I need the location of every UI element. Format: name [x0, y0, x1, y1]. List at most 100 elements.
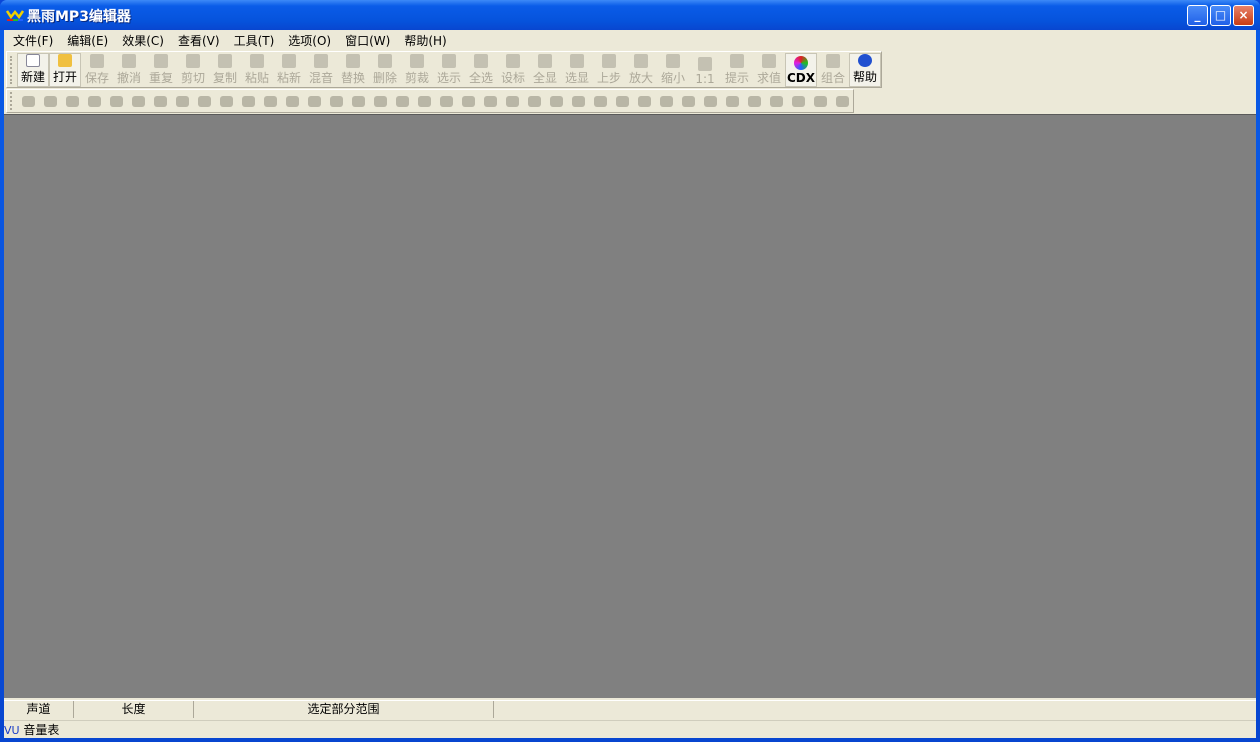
toolbar-button-zoom-1-1[interactable]: 1:1	[689, 53, 721, 87]
effect-button-2[interactable]	[39, 90, 61, 112]
app-logo-icon	[6, 9, 24, 21]
toolbar-button-hint[interactable]: 提示	[721, 53, 753, 87]
effect-button-11[interactable]	[237, 90, 259, 112]
toolbar-button-label: 1:1	[695, 71, 715, 86]
effect-button-6[interactable]	[127, 90, 149, 112]
effect-button-22[interactable]	[479, 90, 501, 112]
effect-tool-5-icon	[109, 95, 123, 107]
effect-button-26[interactable]	[567, 90, 589, 112]
effect-tool-32-icon	[703, 95, 717, 107]
effect-button-38[interactable]	[831, 90, 853, 112]
effect-button-34[interactable]	[743, 90, 765, 112]
effect-tool-33-icon	[725, 95, 739, 107]
effect-button-33[interactable]	[721, 90, 743, 112]
effect-tool-7-icon	[153, 95, 167, 107]
toolbar-button-zoom-previous[interactable]: 上步	[593, 53, 625, 87]
toolbar-button-select-all[interactable]: 全选	[465, 53, 497, 87]
effect-button-14[interactable]	[303, 90, 325, 112]
title-bar[interactable]: 黑雨MP3编辑器 _ □ ×	[0, 0, 1260, 30]
menu-item-0[interactable]: 文件(F)	[6, 30, 60, 49]
effect-button-5[interactable]	[105, 90, 127, 112]
effect-button-15[interactable]	[325, 90, 347, 112]
effect-tool-36-icon	[791, 95, 805, 107]
undo-icon	[122, 53, 136, 68]
toolbar-button-label: 撤消	[116, 70, 141, 85]
effect-button-17[interactable]	[369, 90, 391, 112]
toolbar-button-cdx[interactable]: CDX	[785, 52, 817, 87]
maximize-button[interactable]: □	[1210, 5, 1231, 26]
effect-button-27[interactable]	[589, 90, 611, 112]
toolbar-button-replace[interactable]: 替换	[337, 53, 369, 87]
toolbar-button-save[interactable]: 保存	[81, 53, 113, 87]
toolbar-grip[interactable]	[10, 55, 13, 84]
effect-button-29[interactable]	[633, 90, 655, 112]
effect-button-10[interactable]	[215, 90, 237, 112]
redo-icon	[154, 53, 168, 68]
effect-button-31[interactable]	[677, 90, 699, 112]
toolbar-button-delete[interactable]: 删除	[369, 53, 401, 87]
toolbar-button-zoom-selection[interactable]: 选显	[561, 53, 593, 87]
toolbar-grip[interactable]	[10, 92, 13, 110]
effect-button-3[interactable]	[61, 90, 83, 112]
toolbar-button-label: 提示	[724, 70, 749, 85]
menu-item-7[interactable]: 帮助(H)	[397, 30, 453, 49]
effect-button-9[interactable]	[193, 90, 215, 112]
effect-button-28[interactable]	[611, 90, 633, 112]
toolbar-button-open-folder[interactable]: 打开	[49, 52, 81, 87]
effect-tool-13-icon	[285, 95, 299, 107]
menu-item-1[interactable]: 编辑(E)	[60, 30, 115, 49]
toolbar-button-copy[interactable]: 复制	[209, 53, 241, 87]
toolbar-button-show-selection[interactable]: 选示	[433, 53, 465, 87]
menu-item-6[interactable]: 窗口(W)	[338, 30, 397, 49]
effect-button-32[interactable]	[699, 90, 721, 112]
toolbar-button-paste-new[interactable]: 粘新	[273, 53, 305, 87]
effect-button-16[interactable]	[347, 90, 369, 112]
menu-item-4[interactable]: 工具(T)	[227, 30, 282, 49]
client-area: 文件(F) 编辑(E) 效果(C) 查看(V) 工具(T) 选项(O) 窗口(W) 帮助(H)…	[4, 30, 1256, 738]
toolbar-button-trim[interactable]: 剪裁	[401, 53, 433, 87]
save-icon	[90, 53, 104, 68]
toolbar-button-label: 上步	[596, 70, 621, 85]
toolbar-button-label: 放大	[628, 70, 653, 85]
effect-button-19[interactable]	[413, 90, 435, 112]
toolbar-button-set-marker[interactable]: 设标	[497, 53, 529, 87]
toolbar-button-undo[interactable]: 撤消	[113, 53, 145, 87]
effect-button-4[interactable]	[83, 90, 105, 112]
toolbar-button-combine[interactable]: 组合	[817, 53, 849, 87]
effect-button-12[interactable]	[259, 90, 281, 112]
toolbar-button-evaluate[interactable]: 求值	[753, 53, 785, 87]
effect-button-24[interactable]	[523, 90, 545, 112]
menu-item-5[interactable]: 选项(O)	[281, 30, 338, 49]
minimize-button[interactable]: _	[1187, 5, 1208, 26]
effect-button-36[interactable]	[787, 90, 809, 112]
effect-button-25[interactable]	[545, 90, 567, 112]
workspace[interactable]	[4, 114, 1256, 698]
toolbar-button-redo[interactable]: 重复	[145, 53, 177, 87]
toolbar-button-zoom-in[interactable]: 放大	[625, 53, 657, 87]
toolbar-button-zoom-all[interactable]: 全显	[529, 53, 561, 87]
effect-button-35[interactable]	[765, 90, 787, 112]
toolbar-button-zoom-out[interactable]: 缩小	[657, 53, 689, 87]
effect-button-30[interactable]	[655, 90, 677, 112]
toolbar-button-mix[interactable]: 混音	[305, 53, 337, 87]
effect-button-21[interactable]	[457, 90, 479, 112]
effect-button-1[interactable]	[17, 90, 39, 112]
menu-item-2[interactable]: 效果(C)	[115, 30, 171, 49]
effect-button-20[interactable]	[435, 90, 457, 112]
evaluate-icon	[762, 53, 776, 68]
toolbar-button-help[interactable]: 帮助	[849, 52, 881, 87]
effect-tool-22-icon	[483, 95, 497, 107]
effect-button-13[interactable]	[281, 90, 303, 112]
effect-button-18[interactable]	[391, 90, 413, 112]
toolbar-button-new-file[interactable]: 新建	[17, 52, 49, 87]
close-button[interactable]: ×	[1233, 5, 1254, 26]
toolbar-button-cut[interactable]: 剪切	[177, 53, 209, 87]
effect-button-37[interactable]	[809, 90, 831, 112]
toolbar-button-label: 粘贴	[244, 70, 269, 85]
effect-button-23[interactable]	[501, 90, 523, 112]
menu-item-3[interactable]: 查看(V)	[171, 30, 227, 49]
effect-button-7[interactable]	[149, 90, 171, 112]
effect-tool-4-icon	[87, 95, 101, 107]
effect-button-8[interactable]	[171, 90, 193, 112]
toolbar-button-paste[interactable]: 粘贴	[241, 53, 273, 87]
